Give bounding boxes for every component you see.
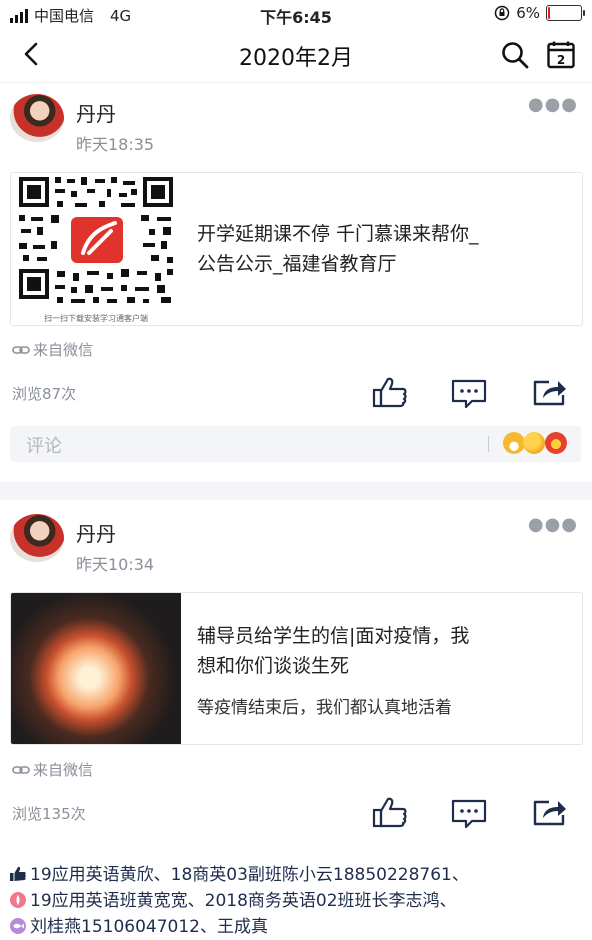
post-time: 昨天18:35 (76, 135, 155, 154)
author-name[interactable]: 丹丹 (76, 98, 116, 127)
share-icon[interactable] (531, 796, 567, 828)
likes-line-3: 刘桂燕15106047012、王成真 (10, 914, 268, 940)
article-thumbnail (11, 593, 181, 744)
view-count: 浏览135次 (12, 805, 86, 823)
thumbs-up-icon (10, 866, 26, 881)
card-subtitle: 等疫情结束后，我们都认真地活着 (197, 698, 452, 718)
like-icon[interactable] (372, 376, 408, 408)
source-label: 来自微信 (33, 761, 94, 779)
link-icon (12, 765, 30, 774)
source-link[interactable]: 来自微信 (12, 759, 93, 780)
link-card[interactable]: 辅导员给学生的信|面对疫情，我 想和你们谈谈生死 等疫情结束后，我们都认真地活着 (10, 592, 583, 745)
likes-list: 19应用英语黄欣、18商英03副班陈小云18850228761、 19应用英语班… (10, 862, 585, 940)
comment-icon[interactable] (451, 378, 487, 410)
search-icon[interactable] (500, 40, 530, 70)
likes-text-3[interactable]: 刘桂燕15106047012、王成真 (30, 917, 268, 937)
link-icon (12, 345, 30, 354)
card-title-line2: 想和你们谈谈生死 (197, 655, 350, 677)
like-icon[interactable] (372, 796, 408, 828)
grin-emoji-icon[interactable] (503, 432, 525, 454)
card-title-line1: 辅导员给学生的信|面对疫情，我 (197, 625, 470, 647)
calendar-icon[interactable]: 2 (546, 40, 576, 70)
likes-text-2[interactable]: 19应用英语班黄宽宽、2018商务英语02班班长李志鸿、 (30, 891, 457, 911)
comment-placeholder: 评论 (26, 436, 62, 457)
likes-text-1[interactable]: 19应用英语黄欣、18商英03副班陈小云18850228761、 (30, 865, 469, 885)
battery-percent: 6% (516, 4, 540, 22)
status-right: 6% (494, 4, 585, 22)
source-label: 来自微信 (33, 341, 94, 359)
post-2: 丹丹 昨天10:34 ●●● 辅导员给学生的信|面对疫情，我 想和你们谈谈生死 … (0, 500, 592, 850)
card-title-line1: 开学延期课不停 千门慕课来帮你_ (197, 223, 479, 245)
avatar[interactable] (10, 94, 64, 142)
status-bar: 中国电信 4G 下午6:45 6% (0, 0, 592, 28)
qr-code-image: 扫一扫下载安装学习通客户端 (11, 173, 181, 325)
flower-icon (10, 892, 26, 908)
likes-line-1: 19应用英语黄欣、18商英03副班陈小云18850228761、 (10, 862, 469, 888)
likes-line-2: 19应用英语班黄宽宽、2018商务英语02班班长李志鸿、 (10, 888, 457, 914)
post-1: 丹丹 昨天18:35 ●●● 扫一扫下载安装学习通客户端 开学延期课不停 千门慕… (0, 82, 592, 482)
nav-bar: 2020年2月 2 (0, 28, 592, 83)
laugh-emoji-icon[interactable] (523, 432, 545, 454)
card-title-line2: 公告公示_福建省教育厅 (197, 253, 397, 275)
svg-text:2: 2 (557, 53, 565, 67)
qr-caption: 扫一扫下载安装学习通客户端 (44, 313, 148, 323)
angry-emoji-icon[interactable] (545, 432, 567, 454)
link-card[interactable]: 扫一扫下载安装学习通客户端 开学延期课不停 千门慕课来帮你_ 公告公示_福建省教… (10, 172, 583, 326)
comment-icon[interactable] (451, 798, 487, 830)
comment-input[interactable]: 评论 (10, 426, 581, 462)
more-icon[interactable]: ●●● (528, 94, 578, 115)
battery-icon (546, 5, 585, 21)
fish-icon (10, 918, 26, 934)
more-icon[interactable]: ●●● (528, 514, 578, 535)
avatar[interactable] (10, 514, 64, 562)
orientation-lock-icon (494, 5, 510, 21)
author-name[interactable]: 丹丹 (76, 518, 116, 547)
post-divider (0, 482, 592, 500)
share-icon[interactable] (531, 376, 567, 408)
view-count: 浏览87次 (12, 385, 77, 403)
source-link[interactable]: 来自微信 (12, 339, 93, 360)
divider (488, 436, 489, 452)
post-time: 昨天10:34 (76, 555, 155, 574)
